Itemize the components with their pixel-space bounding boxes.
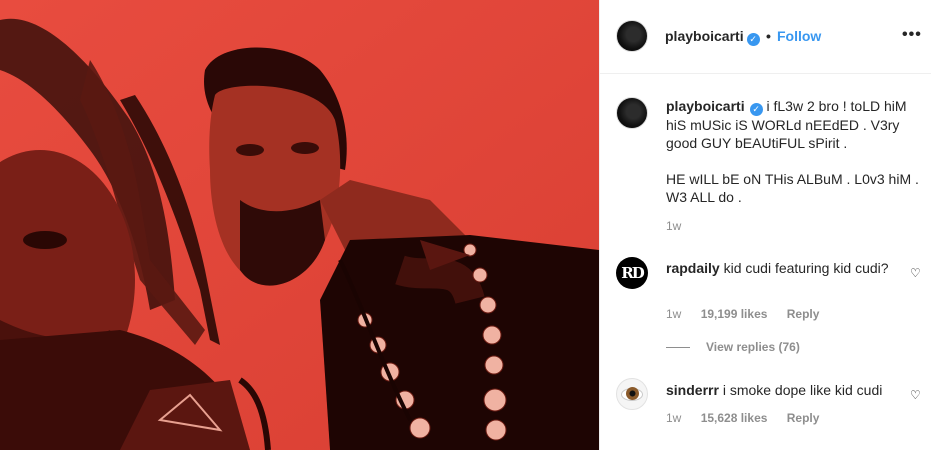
view-replies-button[interactable]: View replies (76): [666, 340, 800, 354]
caption-username[interactable]: playboicarti: [666, 98, 745, 114]
comment-text: kid cudi featuring kid cudi?: [723, 260, 889, 276]
heart-outline-icon[interactable]: ♡: [910, 266, 921, 280]
comment-body: sinderrr i smoke dope like kid cudi: [666, 381, 896, 399]
photo-illustration: [0, 0, 599, 450]
caption-timestamp[interactable]: 1w: [666, 219, 681, 233]
verified-badge-icon: ✓: [749, 103, 763, 116]
author-username[interactable]: playboicarti: [665, 28, 744, 44]
comment-timestamp[interactable]: 1w: [666, 307, 681, 321]
comment-likes[interactable]: 19,199 likes: [701, 307, 768, 321]
follow-button[interactable]: Follow: [777, 28, 821, 44]
view-replies-label: View replies (76): [706, 340, 800, 354]
heart-outline-icon[interactable]: ♡: [910, 388, 921, 402]
comment-meta: 1w 15,628 likes Reply: [666, 411, 835, 425]
comment-body: rapdaily kid cudi featuring kid cudi?: [666, 259, 896, 277]
caption-avatar[interactable]: [616, 97, 648, 129]
author-name-row: playboicarti ✓: [665, 28, 760, 46]
commenter-username[interactable]: sinderrr: [666, 382, 719, 398]
comment-likes[interactable]: 15,628 likes: [701, 411, 768, 425]
post-caption: playboicarti ✓ i fL3w 2 bro ! toLD hiM hi…: [666, 97, 920, 206]
separator-dot: •: [766, 28, 771, 44]
post-panel: playboicarti ✓ • Follow ••• playboicarti ✓…: [599, 0, 931, 450]
author-avatar[interactable]: [616, 20, 648, 52]
more-options-icon[interactable]: •••: [902, 26, 922, 44]
comment-timestamp[interactable]: 1w: [666, 411, 681, 425]
replies-divider: [666, 347, 690, 349]
commenter-avatar[interactable]: [616, 378, 648, 410]
comment-meta: 1w 19,199 likes Reply: [666, 307, 835, 321]
comment-text: i smoke dope like kid cudi: [722, 382, 883, 398]
reply-button[interactable]: Reply: [787, 411, 820, 425]
post-header: playboicarti ✓ • Follow •••: [600, 0, 931, 74]
eye-iris: [626, 387, 639, 400]
reply-button[interactable]: Reply: [787, 307, 820, 321]
caption-text-2: HE wILL bE oN THis ALBuM . L0v3 hiM . W3…: [666, 171, 919, 205]
verified-badge-icon: ✓: [746, 33, 760, 46]
commenter-username[interactable]: rapdaily: [666, 260, 720, 276]
commenter-avatar[interactable]: RD: [616, 257, 648, 289]
post-photo[interactable]: [0, 0, 599, 450]
